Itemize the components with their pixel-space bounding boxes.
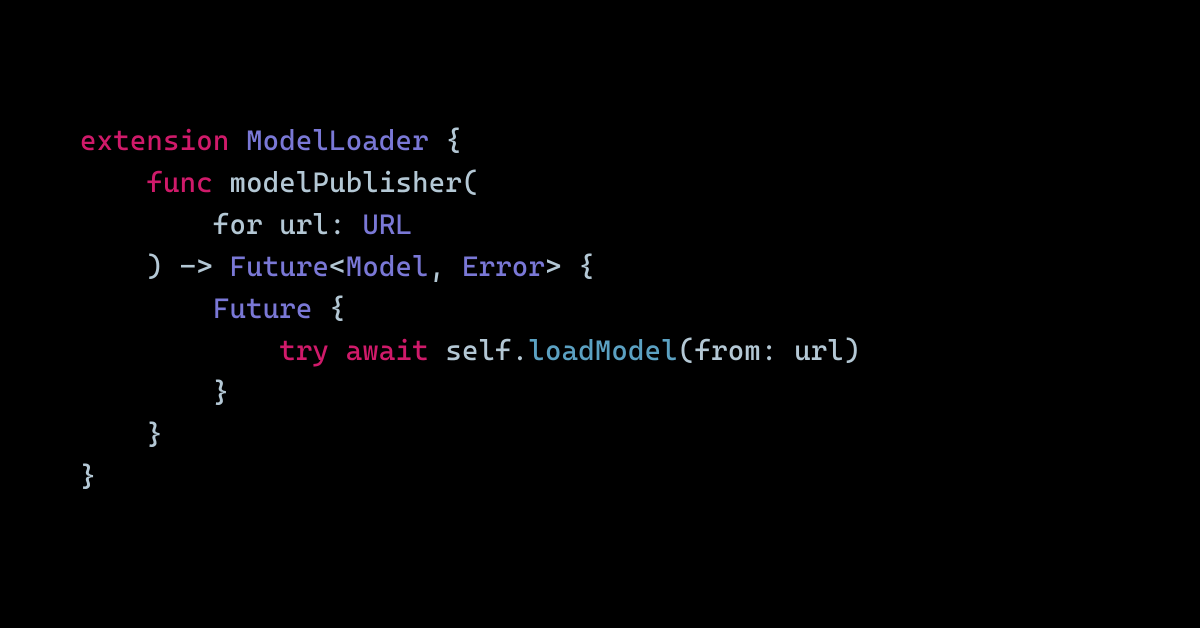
arrow: -> — [180, 250, 213, 283]
type-future-init: Future — [213, 292, 313, 325]
self-ref: self — [445, 334, 511, 367]
angle-open: < — [329, 250, 346, 283]
type-modelloader: ModelLoader — [246, 124, 429, 157]
colon: : — [761, 334, 778, 367]
brace-close: } — [80, 460, 97, 493]
func-name: modelPublisher — [229, 166, 462, 199]
paren-open: ( — [678, 334, 695, 367]
paren-close: ) — [844, 334, 861, 367]
arg-url: url — [794, 334, 844, 367]
paren-open: ( — [462, 166, 479, 199]
type-url: URL — [362, 208, 412, 241]
arg-label-from: from — [694, 334, 760, 367]
method-loadmodel: loadModel — [528, 334, 677, 367]
brace-open: { — [578, 250, 595, 283]
keyword-try: try — [279, 334, 329, 367]
param-url: url — [279, 208, 329, 241]
dot: . — [512, 334, 529, 367]
comma: , — [429, 250, 446, 283]
brace-close: } — [213, 376, 230, 409]
brace-close: } — [146, 418, 163, 451]
arg-label-for: for — [213, 208, 263, 241]
type-future: Future — [229, 250, 329, 283]
keyword-func: func — [146, 166, 212, 199]
brace-open: { — [445, 124, 462, 157]
type-error: Error — [462, 250, 545, 283]
angle-close: > — [545, 250, 562, 283]
colon: : — [329, 208, 346, 241]
brace-open: { — [329, 292, 346, 325]
keyword-await: await — [346, 334, 429, 367]
keyword-extension: extension — [80, 124, 229, 157]
type-model: Model — [346, 250, 429, 283]
code-snippet: extension ModelLoader { func modelPublis… — [0, 0, 1200, 618]
paren-close: ) — [146, 250, 163, 283]
